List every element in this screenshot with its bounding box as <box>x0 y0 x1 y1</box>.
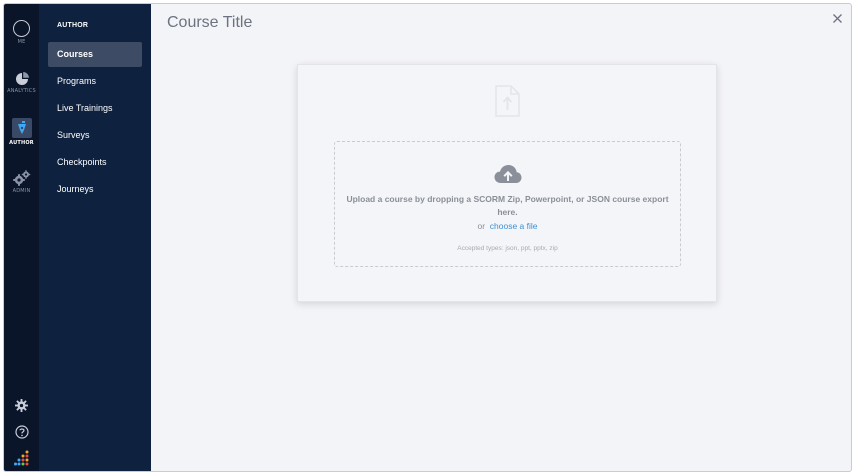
rail-item-me[interactable]: ME <box>4 20 39 45</box>
close-icon <box>832 13 842 23</box>
or-text: or <box>477 221 486 231</box>
analytics-icon <box>15 72 29 85</box>
file-upload-icon <box>495 85 520 117</box>
gear-icon <box>15 399 28 412</box>
app-window: ME ANALYTICS AUTHOR ADMIN AUTHOR Courses… <box>3 3 852 472</box>
gears-icon <box>12 170 30 186</box>
sidebar-item-journeys[interactable]: Journeys <box>48 177 142 202</box>
sidebar-heading: AUTHOR <box>57 22 89 29</box>
sidebar-item-live-trainings[interactable]: Live Trainings <box>48 96 142 121</box>
choose-file-link[interactable]: choose a file <box>490 221 538 231</box>
rail-label-analytics: ANALYTICS <box>7 88 36 94</box>
close-button[interactable] <box>830 11 844 25</box>
profile-avatar-icon <box>13 20 30 37</box>
icon-rail: ME ANALYTICS AUTHOR ADMIN <box>4 4 39 471</box>
sidebar-item-checkpoints[interactable]: Checkpoints <box>48 150 142 175</box>
choose-file-row: or choose a file <box>335 221 680 231</box>
rail-label-admin: ADMIN <box>12 188 31 194</box>
rail-item-admin[interactable]: ADMIN <box>4 170 39 194</box>
help-icon <box>14 425 29 439</box>
upload-card: Upload a course by dropping a SCORM Zip,… <box>297 64 717 302</box>
rail-label-me: ME <box>17 39 26 45</box>
rail-item-author[interactable]: AUTHOR <box>4 118 39 146</box>
app-logo <box>4 450 39 466</box>
sidebar-item-programs[interactable]: Programs <box>48 69 142 94</box>
author-icon-box <box>11 118 32 138</box>
upload-dropzone[interactable]: Upload a course by dropping a SCORM Zip,… <box>334 141 681 267</box>
sidebar-item-courses[interactable]: Courses <box>48 42 142 67</box>
cloud-upload-icon <box>494 165 522 183</box>
sidebar: AUTHOR Courses Programs Live Trainings S… <box>39 4 151 471</box>
sidebar-item-surveys[interactable]: Surveys <box>48 123 142 148</box>
pen-icon <box>17 121 26 134</box>
app-logo-dots-icon <box>13 450 28 466</box>
file-upload-icon-wrap <box>494 85 520 122</box>
settings-button[interactable] <box>4 399 39 412</box>
page-title[interactable]: Course Title <box>167 14 252 32</box>
help-button[interactable] <box>4 425 39 439</box>
rail-label-author: AUTHOR <box>9 140 34 146</box>
accepted-types: Accepted types: json, ppt, pptx, zip <box>457 245 558 252</box>
rail-item-analytics[interactable]: ANALYTICS <box>4 72 39 94</box>
upload-instructions: Upload a course by dropping a SCORM Zip,… <box>346 194 669 217</box>
